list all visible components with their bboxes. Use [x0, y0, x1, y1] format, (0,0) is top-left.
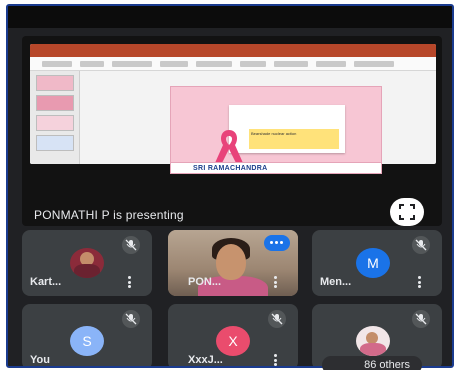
- slide-logo-text: SRI RAMACHANDRA: [193, 165, 268, 172]
- participant-name: PON...: [188, 276, 222, 288]
- avatar: X: [216, 326, 250, 356]
- fullscreen-icon: [399, 204, 415, 220]
- mic-off-icon: [412, 310, 430, 328]
- status-bar: [8, 6, 452, 28]
- presenting-label: PONMATHI P is presenting: [34, 208, 184, 222]
- participant-tile[interactable]: S You: [22, 304, 152, 366]
- mic-off-icon: [122, 310, 140, 328]
- more-vert-icon[interactable]: [128, 276, 132, 288]
- participant-name: Men...: [320, 276, 352, 288]
- avatar: S: [70, 326, 104, 356]
- slide-thumbnail: [36, 135, 74, 151]
- mic-off-icon: [412, 236, 430, 254]
- avatar: [70, 248, 104, 278]
- meeting-window: Bearshade nuclear action SRI RAMACHANDRA…: [6, 4, 454, 368]
- participant-tile[interactable]: PON...: [168, 230, 298, 296]
- participant-tile[interactable]: X XxxJ...: [168, 304, 298, 366]
- participant-tile[interactable]: M Men...: [312, 230, 442, 296]
- participant-name: You: [30, 354, 50, 366]
- participant-tile[interactable]: Kart...: [22, 230, 152, 296]
- avatar: [356, 326, 390, 356]
- mic-off-icon: [122, 236, 140, 254]
- participant-name: XxxJ...: [188, 354, 223, 366]
- more-vert-icon[interactable]: [274, 354, 278, 366]
- slide-thumbnails: [30, 71, 80, 164]
- app-ribbon: [30, 44, 436, 57]
- avatar: M: [356, 248, 390, 278]
- speaking-indicator-icon: [264, 235, 290, 251]
- current-slide: Bearshade nuclear action SRI RAMACHANDRA: [170, 86, 382, 174]
- shared-screen[interactable]: Bearshade nuclear action SRI RAMACHANDRA: [22, 36, 442, 226]
- app-toolbar: [30, 57, 436, 71]
- more-vert-icon[interactable]: [418, 276, 422, 288]
- slide-note: Bearshade nuclear action: [249, 129, 339, 149]
- mic-off-icon: [268, 310, 286, 328]
- slide-footer: SRI RAMACHANDRA: [171, 162, 381, 173]
- fullscreen-button[interactable]: [390, 198, 424, 226]
- video-person-face: [216, 244, 246, 280]
- awareness-ribbon-icon: [215, 130, 243, 165]
- slide-thumbnail: [36, 75, 74, 91]
- slide-thumbnail: [36, 115, 74, 131]
- more-vert-icon[interactable]: [274, 276, 278, 288]
- slide-thumbnail: [36, 95, 74, 111]
- participant-name: Kart...: [30, 276, 62, 288]
- others-participants-button[interactable]: 86 others: [322, 356, 422, 370]
